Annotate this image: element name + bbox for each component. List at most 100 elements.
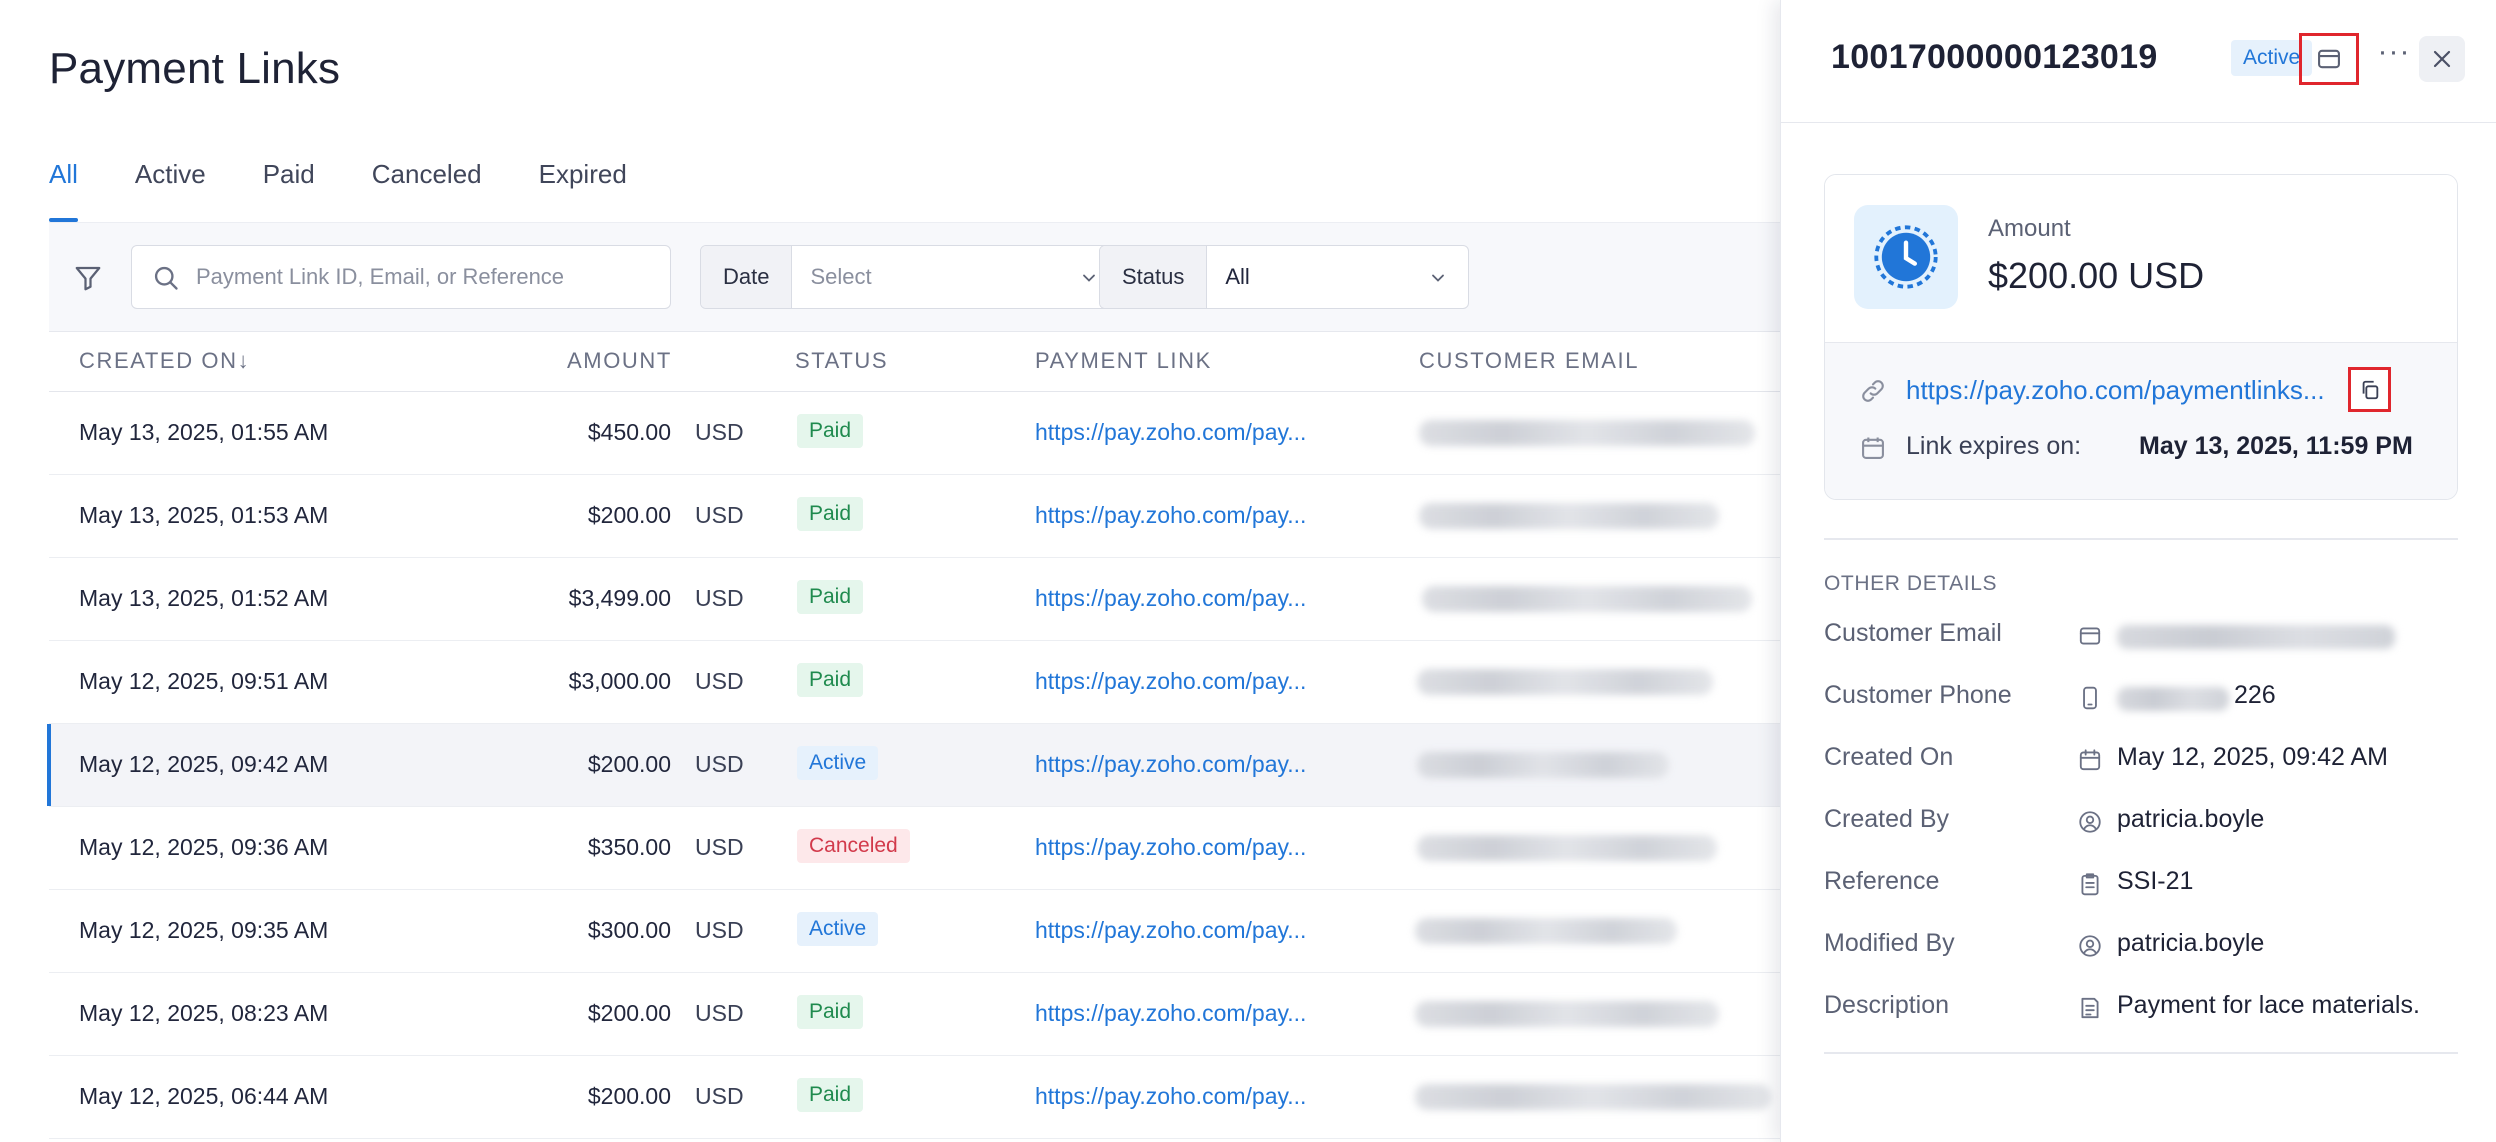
currency-cell: USD [695, 502, 744, 528]
detail-value: 226 [2234, 681, 2276, 709]
divider [1824, 1052, 2458, 1054]
table-row[interactable]: May 12, 2025, 09:35 AM $300.00 USD Active ht… [49, 890, 1780, 973]
currency-cell: USD [695, 1000, 744, 1026]
sort-arrow-icon: ↓ [237, 348, 251, 373]
detail-created-by: Created By patricia.boyle [1824, 805, 2464, 845]
calendar-icon [1862, 437, 1884, 459]
detail-value: Payment for lace materials. [2117, 991, 2420, 1019]
detail-value: SSI-21 [2117, 867, 2194, 895]
status-filter-text: All [1225, 264, 1250, 289]
search-box[interactable] [131, 245, 671, 309]
status-filter-value[interactable]: All [1207, 246, 1468, 308]
table-row[interactable]: May 12, 2025, 09:36 AM $350.00 USD Canceled… [49, 807, 1780, 890]
date-filter-text: Select [810, 264, 872, 289]
table-row[interactable]: May 12, 2025, 08:23 AM $200.00 USD Paid http… [49, 973, 1780, 1056]
customer-email-redacted [1415, 1084, 1771, 1110]
currency-cell: USD [695, 917, 744, 943]
chevron-down-icon [1083, 274, 1095, 282]
payment-link-cell[interactable]: https://pay.zoho.com/pay... [1035, 585, 1306, 612]
payment-link-id: 10017000000123019 [1831, 38, 2158, 76]
customer-email-redacted [1415, 1001, 1719, 1027]
mail-icon [2079, 627, 2101, 645]
detail-value: patricia.boyle [2117, 805, 2265, 833]
other-details-title: OTHER DETAILS [1824, 572, 1998, 595]
status-filter[interactable]: Status All [1099, 245, 1469, 309]
payment-link-cell[interactable]: https://pay.zoho.com/pay... [1035, 668, 1306, 695]
detail-modified-by: Modified By patricia.boyle [1824, 929, 2464, 969]
filter-icon[interactable] [73, 263, 103, 293]
table-row[interactable]: May 13, 2025, 01:53 AM $200.00 USD Paid http… [49, 475, 1780, 558]
table-header: CREATED ON↓ AMOUNT STATUS PAYMENT LINK C… [49, 332, 1780, 392]
detail-description: Description Payment for lace materials. [1824, 991, 2464, 1031]
customer-email-redacted [1417, 835, 1717, 861]
tab-active[interactable]: Active [135, 150, 206, 222]
table-row[interactable]: May 12, 2025, 09:42 AM $200.00 USD Active ht… [47, 724, 1780, 807]
created-on-cell: May 12, 2025, 09:51 AM [79, 668, 329, 694]
payment-link-cell[interactable]: https://pay.zoho.com/pay... [1035, 834, 1306, 861]
header-created-on[interactable]: CREATED ON↓ [79, 348, 250, 374]
tab-expired[interactable]: Expired [539, 150, 627, 222]
link-info: https://pay.zoho.com/paymentlinks... Lin… [1825, 343, 2457, 499]
amount-cell: $200.00 [587, 751, 671, 777]
clock-icon-box [1854, 205, 1958, 309]
more-options-button[interactable]: ··· [2371, 34, 2417, 80]
detail-label: Created On [1824, 743, 1954, 771]
mail-icon [2318, 49, 2340, 69]
created-on-cell: May 13, 2025, 01:55 AM [79, 419, 329, 445]
status-badge: Paid [797, 497, 864, 531]
search-input[interactable] [196, 246, 656, 307]
customer-email-redacted [1417, 669, 1713, 695]
table-row[interactable]: May 13, 2025, 01:52 AM $3,499.00 USD Paid ht… [49, 558, 1780, 641]
currency-cell: USD [695, 1083, 744, 1109]
clipboard-icon [2081, 873, 2099, 896]
detail-label: Reference [1824, 867, 1940, 895]
detail-created-on: Created On May 12, 2025, 09:42 AM [1824, 743, 2464, 783]
header-customer-email: CUSTOMER EMAIL [1419, 348, 1640, 373]
detail-label: Description [1824, 991, 1950, 1019]
tab-all[interactable]: All [49, 150, 78, 222]
payment-link-cell[interactable]: https://pay.zoho.com/pay... [1035, 751, 1306, 778]
status-badge: Active [797, 912, 879, 946]
customer-email-redacted [1417, 752, 1669, 778]
customer-email-redacted [2117, 625, 2395, 649]
amount-label: Amount [1988, 215, 2071, 242]
table-row[interactable]: May 12, 2025, 09:51 AM $3,000.00 USD Paid ht… [49, 641, 1780, 724]
payment-link-cell[interactable]: https://pay.zoho.com/pay... [1035, 1000, 1306, 1027]
table-body: May 13, 2025, 01:55 AM $450.00 USD Paid http… [47, 392, 1780, 1139]
created-on-cell: May 12, 2025, 09:36 AM [79, 834, 329, 860]
amount-cell: $300.00 [587, 917, 671, 943]
customer-phone-redacted [2117, 687, 2229, 711]
amount-cell: $350.00 [587, 834, 671, 860]
copy-link-button[interactable] [2348, 367, 2391, 412]
detail-value: May 12, 2025, 09:42 AM [2117, 743, 2389, 771]
status-badge: Paid [797, 580, 864, 614]
tab-canceled[interactable]: Canceled [372, 150, 482, 222]
clock-icon [1874, 225, 1938, 289]
payment-link-url[interactable]: https://pay.zoho.com/paymentlinks... [1906, 375, 2325, 406]
payment-link-cell[interactable]: https://pay.zoho.com/pay... [1035, 917, 1306, 944]
table-row[interactable]: May 13, 2025, 01:55 AM $450.00 USD Paid http… [49, 392, 1780, 475]
send-email-button[interactable] [2299, 33, 2359, 85]
currency-cell: USD [695, 419, 744, 445]
detail-customer-phone: Customer Phone 226 [1824, 681, 2464, 721]
search-icon [154, 266, 178, 290]
detail-label: Customer Phone [1824, 681, 2012, 709]
payment-link-cell[interactable]: https://pay.zoho.com/pay... [1035, 1083, 1306, 1110]
tab-paid[interactable]: Paid [263, 150, 315, 222]
link-icon [1862, 380, 1884, 402]
date-filter[interactable]: Date Select [700, 245, 1120, 309]
created-on-cell: May 12, 2025, 08:23 AM [79, 1000, 329, 1026]
amount-cell: $200.00 [587, 502, 671, 528]
created-on-cell: May 13, 2025, 01:53 AM [79, 502, 329, 528]
payment-link-cell[interactable]: https://pay.zoho.com/pay... [1035, 502, 1306, 529]
date-filter-value[interactable]: Select [792, 246, 1119, 308]
payment-link-cell[interactable]: https://pay.zoho.com/pay... [1035, 419, 1306, 446]
status-badge: Paid [797, 414, 864, 448]
detail-reference: Reference SSI-21 [1824, 867, 2464, 907]
created-on-cell: May 12, 2025, 09:35 AM [79, 917, 329, 943]
detail-label: Customer Email [1824, 619, 2002, 647]
header-status: STATUS [795, 348, 889, 373]
close-button[interactable] [2419, 36, 2465, 82]
detail-customer-email: Customer Email [1824, 619, 2464, 659]
table-row[interactable]: May 12, 2025, 06:44 AM $200.00 USD Paid http… [49, 1056, 1780, 1139]
